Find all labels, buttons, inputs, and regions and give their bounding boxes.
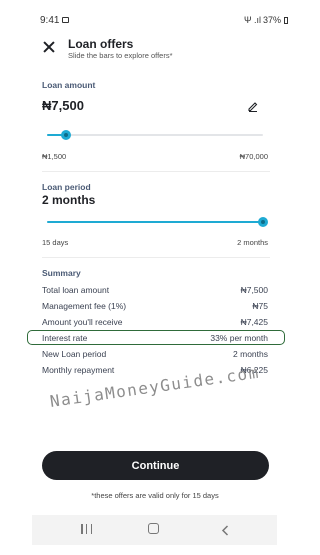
summary-row-value: 2 months bbox=[233, 348, 268, 359]
edit-icon[interactable] bbox=[247, 99, 259, 112]
battery-level: 37% bbox=[262, 15, 281, 25]
summary-row-label: Interest rate bbox=[42, 332, 88, 343]
loan-amount-slider[interactable] bbox=[47, 130, 263, 140]
summary-row-amount-received: Amount you'll receive ₦7,425 bbox=[42, 315, 268, 328]
loan-period-slider-thumb[interactable] bbox=[258, 217, 268, 227]
summary-row-value: ₦75 bbox=[252, 300, 268, 311]
summary-row-value: ₦7,425 bbox=[240, 316, 268, 327]
status-indicators: Ψ .ıl 37% bbox=[244, 15, 288, 25]
summary-row-loan-period: New Loan period 2 months bbox=[42, 347, 268, 360]
loan-period-value: 2 months bbox=[42, 193, 96, 207]
loan-period-min: 15 days bbox=[42, 238, 69, 247]
home-icon[interactable] bbox=[148, 523, 159, 534]
summary-row-interest-rate: Interest rate 33% per month bbox=[42, 331, 268, 344]
continue-button[interactable]: Continue bbox=[42, 451, 269, 480]
signal-icon: Ψ .ıl bbox=[243, 15, 261, 25]
battery-icon bbox=[284, 16, 288, 24]
recent-apps-icon[interactable] bbox=[81, 524, 92, 534]
divider bbox=[42, 171, 270, 172]
summary-row-label: Total loan amount bbox=[42, 284, 110, 295]
summary-row-label: Amount you'll receive bbox=[42, 316, 123, 327]
close-icon[interactable] bbox=[43, 41, 55, 53]
loan-period-slider[interactable] bbox=[47, 217, 268, 227]
summary-row-total-loan: Total loan amount ₦7,500 bbox=[42, 283, 268, 296]
loan-amount-min: ₦1,500 bbox=[42, 152, 67, 161]
summary-row-value: ₦7,500 bbox=[240, 284, 268, 295]
summary-row-management-fee: Management fee (1%) ₦75 bbox=[42, 299, 268, 312]
summary-label: Summary bbox=[42, 268, 81, 278]
loan-period-slider-fill bbox=[47, 221, 263, 223]
loan-amount-max: ₦70,000 bbox=[239, 152, 268, 161]
image-notification-icon bbox=[62, 17, 69, 23]
loan-amount-slider-thumb[interactable] bbox=[61, 130, 71, 140]
status-time: 9:41 bbox=[40, 15, 60, 26]
page-title: Loan offers bbox=[68, 37, 134, 51]
page-subtitle: Slide the bars to explore offers* bbox=[68, 51, 173, 60]
summary-row-label: Management fee (1%) bbox=[42, 300, 127, 311]
divider bbox=[42, 257, 270, 258]
summary-row-label: New Loan period bbox=[42, 348, 107, 359]
loan-amount-label: Loan amount bbox=[42, 80, 96, 90]
back-icon[interactable] bbox=[220, 523, 231, 536]
loan-period-max: 2 months bbox=[237, 238, 268, 247]
loan-period-label: Loan period bbox=[42, 182, 91, 192]
loan-amount-value: ₦7,500 bbox=[42, 98, 84, 113]
validity-note: *these offers are valid only for 15 days bbox=[91, 491, 219, 500]
summary-row-value: 33% per month bbox=[210, 332, 268, 343]
summary-row-label: Monthly repayment bbox=[42, 364, 115, 375]
